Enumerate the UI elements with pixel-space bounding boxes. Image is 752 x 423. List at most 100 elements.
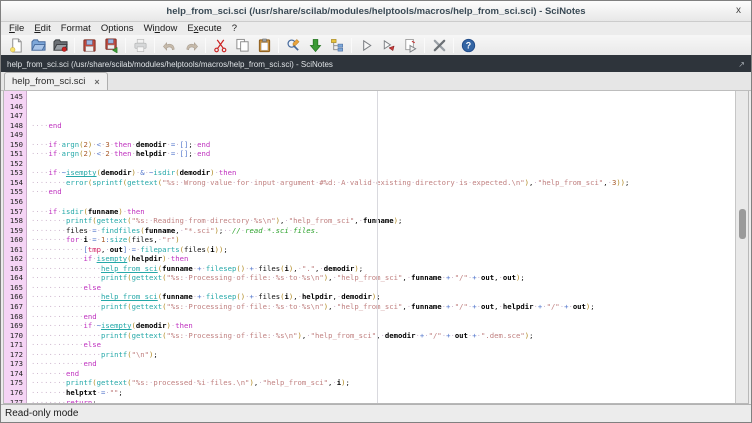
new-file-button[interactable] [5, 36, 27, 55]
code-line[interactable]: ····end [31, 187, 735, 197]
line-number: 171 [4, 340, 23, 350]
line-number: 145 [4, 92, 23, 102]
execute-until-caret-button[interactable] [399, 36, 421, 55]
code-line[interactable]: ············else [31, 283, 735, 293]
code-line[interactable]: ····end [31, 121, 735, 131]
execute-with-echo-button[interactable] [377, 36, 399, 55]
cut-button[interactable] [209, 36, 231, 55]
print-button[interactable] [129, 36, 151, 55]
code-line[interactable]: ····if·~isempty(demodir)·&·~isdir(demodi… [31, 168, 735, 178]
code-navigator-icon [330, 38, 345, 53]
code-line[interactable]: ············else [31, 340, 735, 350]
code-line[interactable]: ····if·argn(2)·<·3·then·demodir·=·[];·en… [31, 140, 735, 150]
execute-until-caret-icon [403, 38, 418, 53]
execute-file-icon [359, 38, 374, 53]
tab-help-from-sci[interactable]: help_from_sci.sci × [4, 72, 108, 90]
line-number: 167 [4, 302, 23, 312]
scinotes-window: help_from_sci.sci (/usr/share/scilab/mod… [0, 0, 752, 423]
code-line[interactable]: ············end [31, 359, 735, 369]
vertical-scrollbar[interactable] [735, 91, 748, 403]
code-line[interactable]: ················printf(gettext("%s:·Proc… [31, 302, 735, 312]
help-button[interactable]: ? [457, 36, 479, 55]
code-line[interactable]: ········error(sprintf(gettext("%s:·Wrong… [31, 178, 735, 188]
menu-edit[interactable]: Edit [29, 22, 55, 35]
preferences-button[interactable] [428, 36, 450, 55]
execute-with-echo-icon [381, 38, 396, 53]
code-line[interactable]: ········files·=·findfiles(funname,·"*.sc… [31, 226, 735, 236]
save-button[interactable] [78, 36, 100, 55]
line-number: 152 [4, 159, 23, 169]
scrollbar-thumb[interactable] [739, 209, 746, 239]
status-text: Read-only mode [5, 408, 78, 419]
window-title: help_from_sci.sci (/usr/share/scilab/mod… [166, 6, 585, 17]
menu-execute[interactable]: Execute [182, 22, 226, 35]
code-area[interactable]: ····end ····if·argn(2)·<·3·then·demodir·… [27, 91, 735, 403]
code-line[interactable]: ········printf(gettext("%s:·processed·%i… [31, 378, 735, 388]
toolbar-separator [74, 38, 75, 53]
cut-icon [213, 38, 228, 53]
line-number: 162 [4, 254, 23, 264]
redo-icon [184, 38, 199, 53]
open-in-scilab-button[interactable] [49, 36, 71, 55]
line-number: 156 [4, 197, 23, 207]
code-line[interactable]: ················printf(gettext("%s:·Proc… [31, 331, 735, 341]
code-line[interactable]: ········for·i·=·1:size(files,·"r") [31, 235, 735, 245]
code-line[interactable]: ········end [31, 369, 735, 379]
undock-icon[interactable]: ↗ [738, 60, 745, 69]
code-line[interactable]: ················help_from_sci(funname·+·… [31, 264, 735, 274]
line-number: 174 [4, 369, 23, 379]
save-as-button[interactable] [100, 36, 122, 55]
execute-file-button[interactable] [355, 36, 377, 55]
line-number: 157 [4, 207, 23, 217]
code-line[interactable]: ············if·isempty(helpdir)·then [31, 254, 735, 264]
menu-window[interactable]: Window [139, 22, 183, 35]
line-number: 158 [4, 216, 23, 226]
svg-text:?: ? [465, 40, 470, 50]
copy-button[interactable] [231, 36, 253, 55]
code-line[interactable]: ········return; [31, 398, 735, 404]
new-file-icon [9, 38, 24, 53]
line-number: 175 [4, 378, 23, 388]
code-line[interactable]: ····if·argn(2)·<·2·then·helpdir·=·[];·en… [31, 149, 735, 159]
code-line[interactable]: ········helptxt·=·""; [31, 388, 735, 398]
paste-button[interactable] [253, 36, 275, 55]
toolbar-separator [125, 38, 126, 53]
toolbar-separator [154, 38, 155, 53]
menu-file[interactable]: File [4, 22, 29, 35]
code-line[interactable]: ················help_from_sci(funname·+·… [31, 292, 735, 302]
code-line[interactable]: ················printf(gettext("%s:·Proc… [31, 273, 735, 283]
line-number: 161 [4, 245, 23, 255]
line-number: 147 [4, 111, 23, 121]
code-navigator-button[interactable] [326, 36, 348, 55]
code-line[interactable]: ····if·isdir(funname)·then [31, 207, 735, 217]
open-file-button[interactable] [27, 36, 49, 55]
tab-close-icon[interactable]: × [94, 77, 99, 87]
line-number: 153 [4, 168, 23, 178]
code-line[interactable]: ············end [31, 312, 735, 322]
code-line[interactable]: ············[tmp,·out]·=·fileparts(files… [31, 245, 735, 255]
toolbar-separator [205, 38, 206, 53]
line-number: 146 [4, 102, 23, 112]
code-line[interactable] [31, 159, 735, 169]
code-line[interactable] [31, 197, 735, 207]
redo-button[interactable] [180, 36, 202, 55]
menu-format[interactable]: Format [56, 22, 96, 35]
window-close-button[interactable]: x [736, 4, 741, 18]
load-into-scilab-button[interactable] [304, 36, 326, 55]
line-number: 173 [4, 359, 23, 369]
code-line[interactable]: ············if·~isempty(demodir)·then [31, 321, 735, 331]
code-line[interactable]: ················printf("\n"); [31, 350, 735, 360]
line-number: 166 [4, 292, 23, 302]
code-line[interactable] [31, 130, 735, 140]
menu-options[interactable]: Options [96, 22, 139, 35]
code-line[interactable]: ········printf(gettext("%s:·Reading·from… [31, 216, 735, 226]
help-icon: ? [461, 38, 476, 53]
line-number: 172 [4, 350, 23, 360]
line-number: 160 [4, 235, 23, 245]
menu-bar: FileEditFormatOptionsWindowExecute? [1, 22, 751, 35]
save-icon [82, 38, 97, 53]
frame-title: help_from_sci.sci (/usr/share/scilab/mod… [7, 60, 738, 69]
menu-help[interactable]: ? [227, 22, 242, 35]
find-replace-button[interactable] [282, 36, 304, 55]
undo-button[interactable] [158, 36, 180, 55]
